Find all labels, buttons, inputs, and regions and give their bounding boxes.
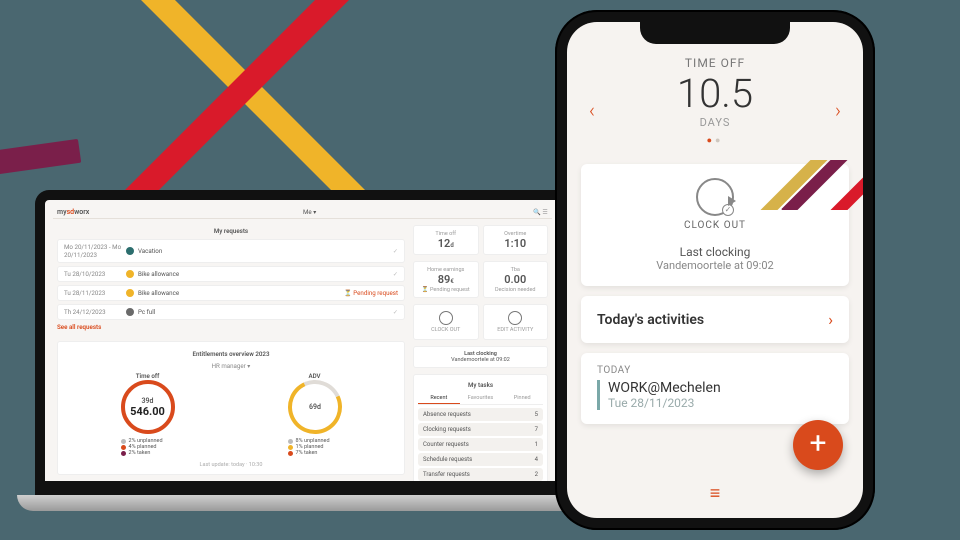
task-row[interactable]: Transfer requests2	[418, 468, 543, 481]
today-location: WORK@Mechelen	[608, 380, 833, 396]
app-topbar: mysdworx Me ▾ 🔍 ☰	[53, 206, 552, 219]
last-clocking-value: Vandemoortele at 09:02	[597, 259, 833, 272]
today-tag: TODAY	[597, 365, 833, 376]
phone-notch	[640, 22, 790, 44]
entitlements-card: Entitlements overview 2023 HR manager ▾ …	[57, 341, 405, 475]
decor-stripes-phone	[743, 160, 863, 210]
app-logo: mysdworx	[57, 208, 89, 216]
next-chevron-icon[interactable]: ›	[835, 98, 841, 122]
stat-earnings[interactable]: Home earnings 89€ ⏳ Pending request	[413, 261, 479, 298]
laptop-screen: mysdworx Me ▾ 🔍 ☰ My requests Mo 20/11/2…	[35, 190, 570, 495]
stat-overtime[interactable]: Overtime 1:10	[483, 225, 549, 255]
task-row[interactable]: Absence requests5	[418, 408, 543, 421]
today-card[interactable]: TODAY WORK@Mechelen Tue 28/11/2023	[581, 353, 849, 424]
time-off-count: 10.5	[591, 74, 839, 114]
clock-out-button[interactable]: CLOCK OUT	[413, 304, 479, 340]
request-row[interactable]: Tu 28/11/2023Bike allowance⏳ Pending req…	[57, 285, 405, 301]
stopwatch-icon	[508, 311, 522, 325]
home-indicator-icon[interactable]: ≡	[710, 483, 721, 504]
laptop-mockup: mysdworx Me ▾ 🔍 ☰ My requests Mo 20/11/2…	[35, 190, 570, 511]
entitlements-title: Entitlements overview 2023	[64, 350, 398, 358]
time-off-title: TIME OFF	[591, 56, 839, 70]
dial-timeoff: Time off 39d 546.00 2% unplanned4% plann…	[121, 372, 175, 456]
stat-timeoff[interactable]: Time off 12d	[413, 225, 479, 255]
request-row[interactable]: Th 24/12/2023Pc full✓	[57, 304, 405, 320]
last-clocking-label: Last clocking	[597, 245, 833, 259]
phone-screen: TIME OFF ‹ 10.5 › DAYS ●● ✓ CLOCK OUT La…	[567, 22, 863, 518]
clock-out-icon	[439, 311, 453, 325]
today-date: Tue 28/11/2023	[608, 396, 833, 410]
prev-chevron-icon[interactable]: ‹	[589, 98, 595, 122]
fab-add-button[interactable]: +	[793, 420, 843, 470]
phone-mockup: TIME OFF ‹ 10.5 › DAYS ●● ✓ CLOCK OUT La…	[555, 10, 875, 530]
pager-dots[interactable]: ●●	[591, 135, 839, 146]
context-switcher[interactable]: Me ▾	[303, 208, 316, 216]
decor-stripe-purple	[0, 139, 81, 175]
tasks-see-more-link[interactable]: See more	[418, 483, 543, 489]
chevron-right-icon: ›	[828, 310, 833, 329]
time-off-unit: DAYS	[591, 116, 839, 129]
stat-tba[interactable]: Tba 0.00 Decision needed	[483, 261, 549, 298]
request-row[interactable]: Tu 28/10/2023Bike allowance✓	[57, 266, 405, 282]
clock-out-icon: ✓	[696, 178, 734, 216]
last-clocking-card: Last clocking Vandemoortele at 09:02	[413, 346, 548, 368]
entitlements-footer: Last update: today · 10:30	[64, 462, 398, 468]
my-requests-title: My requests	[57, 227, 405, 235]
request-row[interactable]: Mo 20/11/2023 - Mo 20/11/2023Vacation✓	[57, 239, 405, 263]
tasks-tabs[interactable]: Recent Favourites Pinned	[418, 393, 543, 405]
task-row[interactable]: Schedule requests4	[418, 453, 543, 466]
laptop-base	[17, 495, 588, 511]
dial-adv: ADV 69d 8% unplanned1% planned7% taken	[288, 372, 342, 456]
see-all-requests-link[interactable]: See all requests	[57, 323, 405, 331]
search-icon[interactable]: 🔍 ☰	[530, 208, 548, 216]
edit-activity-button[interactable]: EDIT ACTIVITY	[483, 304, 549, 340]
task-row[interactable]: Counter requests1	[418, 438, 543, 451]
task-row[interactable]: Clocking requests7	[418, 423, 543, 436]
my-tasks-card: My tasks Recent Favourites Pinned Absenc…	[413, 374, 548, 494]
todays-activities-row[interactable]: Today's activities ›	[581, 296, 849, 343]
entitlements-role-select[interactable]: HR manager ▾	[64, 362, 398, 370]
